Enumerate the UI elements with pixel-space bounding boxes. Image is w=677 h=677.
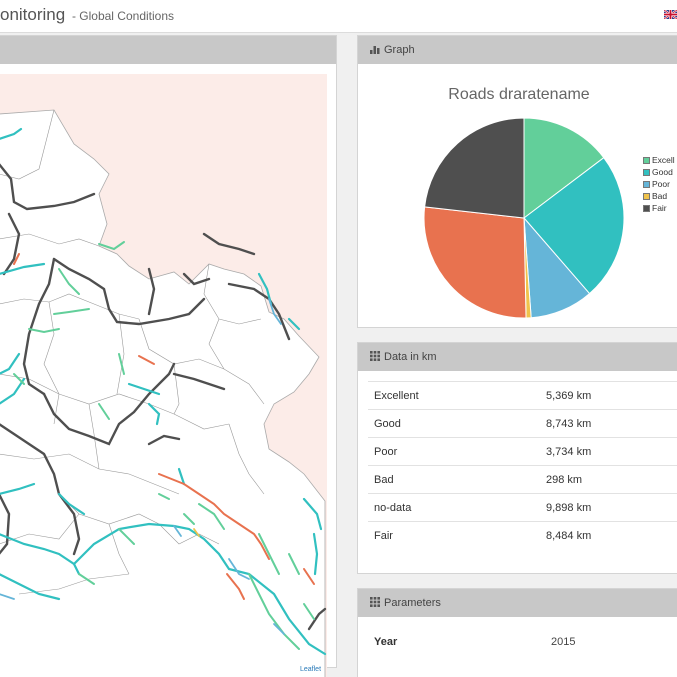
data-panel: Data in km Excellent 5,369 km Good 8,743 k… bbox=[357, 342, 677, 574]
leaflet-attribution-link[interactable]: Leaflet bbox=[300, 666, 321, 673]
uk-flag-icon[interactable] bbox=[664, 10, 677, 19]
parameters-panel: Parameters Year 2015 bbox=[357, 588, 677, 677]
pie-chart[interactable] bbox=[358, 36, 677, 329]
row-label: Fair bbox=[368, 521, 546, 550]
parameters-panel-title: Parameters bbox=[384, 597, 441, 609]
map-panel: Leaflet bbox=[0, 35, 337, 677]
row-value: 8,743 km bbox=[546, 409, 677, 438]
table-row: Fair 8,484 km bbox=[368, 521, 677, 550]
legend-item[interactable]: Bad bbox=[643, 190, 677, 202]
legend-swatch bbox=[643, 181, 650, 188]
table-row: no-data 9,898 km bbox=[368, 493, 677, 522]
legend-item[interactable]: Poor bbox=[643, 178, 677, 190]
data-panel-title: Data in km bbox=[384, 351, 437, 363]
legend-swatch bbox=[643, 193, 650, 200]
table-row: Excellent 5,369 km bbox=[368, 381, 677, 410]
data-table: Excellent 5,369 km Good 8,743 km Poor 3,734… bbox=[368, 381, 677, 550]
row-label: no-data bbox=[368, 493, 546, 522]
row-value: 3,734 km bbox=[546, 437, 677, 466]
table-row: Bad 298 km bbox=[368, 465, 677, 494]
table-row: Good 8,743 km bbox=[368, 409, 677, 438]
map-panel-header bbox=[0, 36, 336, 64]
row-label: Good bbox=[368, 409, 546, 438]
row-value: 5,369 km bbox=[546, 381, 677, 410]
top-bar: onitoring - Global Conditions bbox=[0, 0, 677, 33]
pie-slice-fair[interactable] bbox=[424, 117, 525, 219]
year-label: Year bbox=[374, 636, 398, 648]
row-label: Poor bbox=[368, 437, 546, 466]
graph-panel: Graph Roads draratename Excell Good Poor Ba… bbox=[357, 35, 677, 328]
year-parameter: Year 2015 bbox=[374, 636, 575, 648]
legend-label: Poor bbox=[652, 179, 670, 189]
grid-icon bbox=[370, 597, 380, 607]
legend-item[interactable]: Fair bbox=[643, 202, 677, 214]
road-map[interactable] bbox=[0, 74, 327, 677]
grid-icon bbox=[370, 351, 380, 361]
row-value: 298 km bbox=[546, 465, 677, 494]
app-subtitle: - Global Conditions bbox=[71, 9, 175, 23]
pie-slice-no-data[interactable] bbox=[423, 206, 527, 319]
row-value: 8,484 km bbox=[546, 521, 677, 550]
row-value: 9,898 km bbox=[546, 493, 677, 522]
legend-label: Bad bbox=[652, 191, 668, 201]
row-label: Excellent bbox=[368, 381, 546, 410]
row-label: Bad bbox=[368, 465, 546, 494]
app-title-text: onitoring bbox=[0, 5, 66, 24]
legend-label: Fair bbox=[652, 203, 667, 213]
legend-label: Good bbox=[652, 167, 673, 177]
legend-swatch bbox=[643, 157, 650, 164]
parameters-panel-header: Parameters bbox=[358, 589, 677, 617]
legend-item[interactable]: Excell bbox=[643, 154, 677, 166]
legend-item[interactable]: Good bbox=[643, 166, 677, 178]
year-value[interactable]: 2015 bbox=[551, 636, 575, 648]
legend-swatch bbox=[643, 169, 650, 176]
table-row: Poor 3,734 km bbox=[368, 437, 677, 466]
legend-label: Excell bbox=[652, 155, 675, 165]
data-panel-header: Data in km bbox=[358, 343, 677, 371]
legend-swatch bbox=[643, 205, 650, 212]
app-title: onitoring - Global Conditions bbox=[0, 5, 174, 25]
chart-legend: Excell Good Poor Bad Fair bbox=[643, 154, 677, 214]
